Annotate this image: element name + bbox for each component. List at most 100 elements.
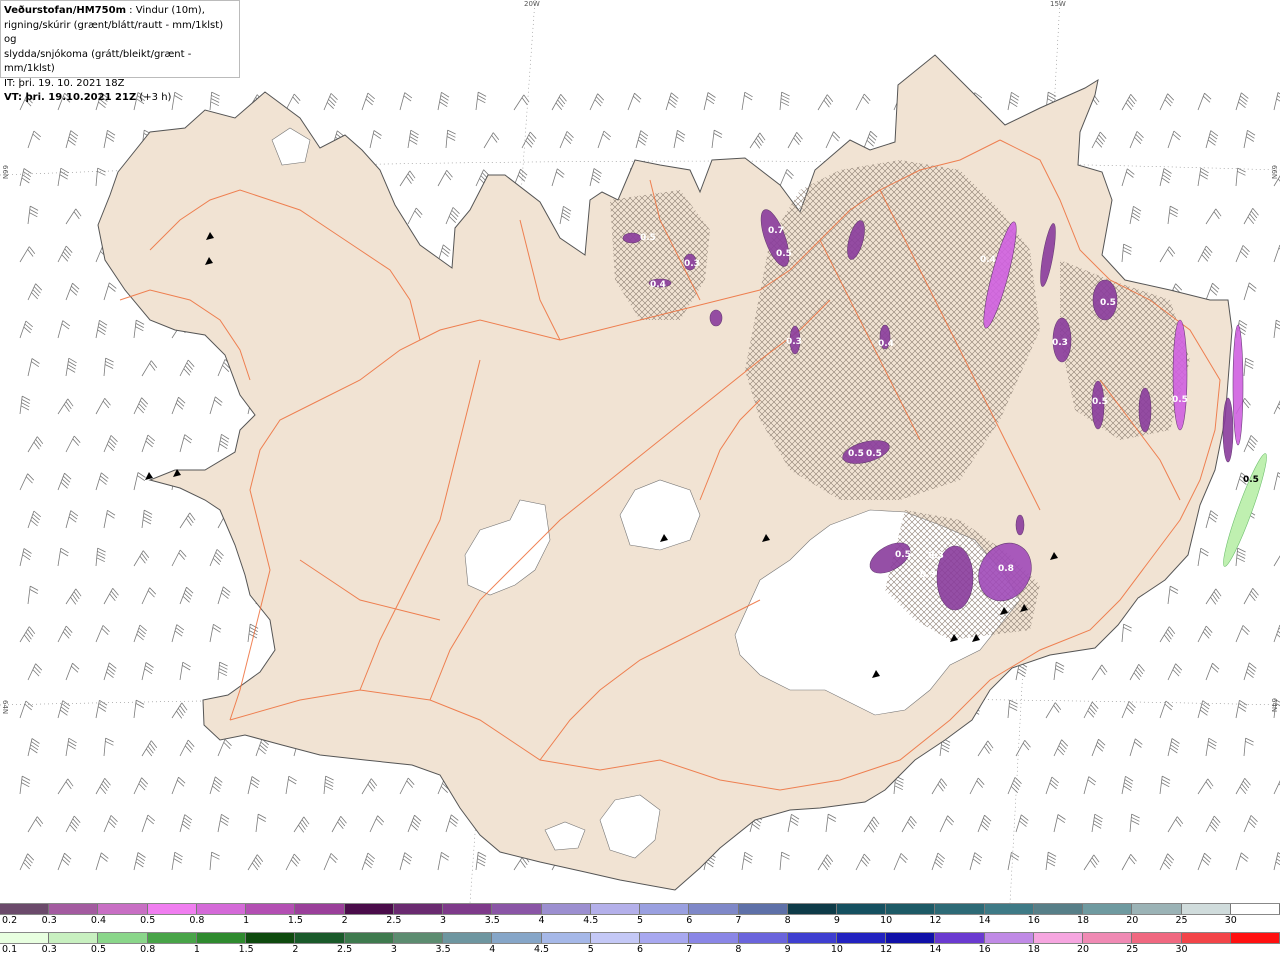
precip-value-label: 0.3 — [684, 259, 700, 269]
legend-label: 1 — [193, 944, 200, 955]
legend-label: 14 — [978, 915, 991, 926]
legend-swatch — [492, 904, 542, 914]
legend-label: 3 — [390, 944, 397, 955]
forecast-offset: (+3 h) — [136, 92, 172, 103]
legend-label: 7 — [735, 915, 742, 926]
precip-value-label: 0.3 — [928, 551, 944, 561]
legend-snow: 0.2 0.3 0.4 0.5 0.8 1 1.5 2 2.5 3 3.5 4 4.5 5 6 7 8 9 10 12… — [0, 903, 1280, 929]
legend-label: 6 — [686, 915, 693, 926]
legend-label: 2.5 — [337, 944, 353, 955]
legend-label: 25 — [1175, 915, 1188, 926]
legend-label: 5 — [587, 944, 594, 955]
precip-value-label: 0.5 — [640, 233, 656, 243]
legend-label: 2 — [292, 944, 299, 955]
legend-label: 10 — [830, 944, 843, 955]
description-line2: rigning/skúrir (grænt/blátt/rautt - mm/1… — [4, 19, 224, 46]
lon-label-top-left: 20W — [524, 0, 540, 8]
legend-label: 9 — [784, 944, 791, 955]
legend-snow-bar — [0, 903, 1280, 915]
legend-label: 0.8 — [189, 915, 205, 926]
legend-swatch — [738, 904, 788, 914]
legend-label: 16 — [978, 944, 991, 955]
legend-swatch — [1132, 933, 1182, 943]
legend-swatch — [689, 904, 739, 914]
lat-label-right-top: 66N — [1270, 165, 1278, 180]
legend-swatch — [590, 904, 641, 914]
legend-snow-labels: 0.2 0.3 0.4 0.5 0.8 1 1.5 2 2.5 3 3.5 4 4.5 5 6 7 8 9 10 12… — [0, 915, 1280, 928]
legend-label: 5 — [636, 915, 644, 926]
legend-swatch — [49, 904, 99, 914]
legend-label: 3.5 — [484, 915, 500, 926]
init-time: IT: þri. 19. 10. 2021 18Z — [4, 77, 125, 89]
legend-swatch — [836, 933, 887, 943]
legend-label: 10 — [880, 915, 893, 926]
precip-value-label: 0.5 — [1172, 395, 1188, 405]
legend-label: 12 — [880, 944, 893, 955]
legend-label: 12 — [929, 915, 942, 926]
legend-swatch — [1230, 904, 1280, 914]
legend-label: 20 — [1077, 944, 1090, 955]
legend-swatch — [492, 933, 542, 943]
legend-swatch — [1083, 933, 1133, 943]
precip-value-label: 0.5 — [866, 449, 882, 459]
forecast-map: 0.7 0.5 0.3 0.4 0.5 0.3 0.4 0.5 0.5 0.4 0.3 0.8 0.3 0… — [0, 0, 1280, 903]
legend-swatch — [886, 904, 936, 914]
legend-swatch — [246, 933, 296, 943]
legend-label: 2 — [341, 915, 348, 926]
legend-swatch — [689, 933, 739, 943]
legend-swatch — [984, 904, 1034, 914]
lat-label-left-bottom: 64N — [1, 700, 9, 715]
legend-swatch — [98, 933, 148, 943]
precip-value-label: 0.5 — [1092, 397, 1108, 407]
precip-value-label: 0.3 — [920, 570, 936, 580]
legend-label: 1.5 — [238, 944, 254, 955]
legend-label: 8 — [784, 915, 791, 926]
lat-label-right-bottom: 64N — [1270, 698, 1278, 713]
legend-swatch — [49, 933, 99, 943]
legend-label: 8 — [735, 944, 742, 955]
precip-value-label: 0.5 — [895, 550, 911, 560]
legend-label: 4.5 — [533, 944, 550, 955]
legend-label: 0.2 — [2, 915, 18, 926]
legend-label: 16 — [1027, 915, 1040, 926]
legend-swatch — [640, 904, 690, 914]
legend-label: 3.5 — [435, 944, 451, 955]
legend-swatch — [935, 904, 985, 914]
source-title: Veðurstofan/HM750m — [4, 5, 126, 16]
legend-rain-bar — [0, 932, 1280, 944]
legend-label: 30 — [1175, 944, 1188, 955]
legend-swatch — [393, 904, 444, 914]
precip-value-label: 0.5 — [1100, 298, 1116, 308]
legend-label: 3 — [440, 915, 447, 926]
legend-label: 0.3 — [41, 915, 57, 926]
legend-label: 0.4 — [90, 915, 107, 926]
legend-label: 7 — [686, 944, 693, 955]
legend-swatch — [1181, 933, 1231, 943]
legend-swatch — [196, 933, 247, 943]
lon-label-top-right: 15W — [1050, 0, 1066, 8]
lat-label-left-top: 66N — [1, 165, 9, 180]
legend-swatch — [886, 933, 936, 943]
legend-label: 25 — [1126, 944, 1139, 955]
precip-value-label: 0.5 — [848, 449, 864, 459]
precip-value-label: 0.4 — [650, 280, 666, 290]
legend-label: 2.5 — [386, 915, 402, 926]
legend-swatch — [836, 904, 887, 914]
legend-swatch — [1230, 933, 1280, 943]
legend-swatch — [787, 933, 837, 943]
legend-swatch — [443, 904, 493, 914]
legend-swatch — [344, 904, 394, 914]
legend-swatch — [787, 904, 837, 914]
legend-swatch — [1033, 904, 1084, 914]
legend-swatch — [98, 904, 148, 914]
legend-swatch — [295, 904, 345, 914]
legend-swatch — [443, 933, 493, 943]
legend-label: 14 — [929, 944, 942, 955]
precip-value-label: 0.5 — [776, 249, 792, 259]
precip-value-label: 0.8 — [998, 564, 1014, 574]
legend-label: 4.5 — [583, 915, 599, 926]
info-box: Veðurstofan/HM750m : Vindur (10m), rigni… — [0, 0, 240, 103]
legend-swatch — [541, 933, 591, 943]
legend-label: 4 — [489, 944, 496, 955]
legend-label: 30 — [1224, 915, 1237, 926]
